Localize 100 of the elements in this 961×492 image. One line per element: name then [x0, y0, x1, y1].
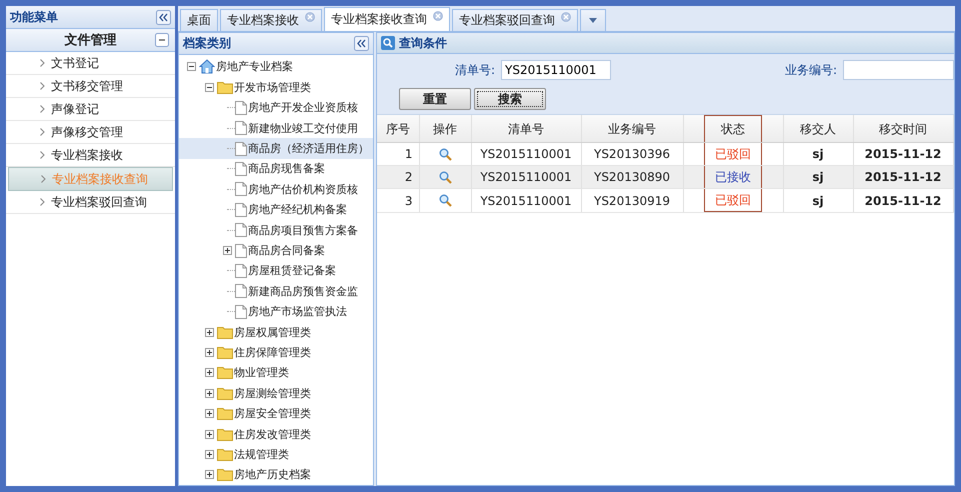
chevron-icon [41, 175, 46, 183]
file-icon [235, 162, 247, 176]
tree-row[interactable]: 商品房（经济适用住房） [179, 138, 373, 159]
tree-row[interactable]: 房地产历史档案 [179, 464, 373, 485]
collapse-icon[interactable] [155, 33, 169, 47]
input-field[interactable] [843, 60, 954, 80]
file-icon [235, 284, 247, 298]
tab[interactable]: 桌面 [180, 9, 218, 31]
input-field[interactable]: YS2015110001 [501, 60, 612, 80]
button[interactable]: 重置 [399, 88, 471, 110]
column-header[interactable]: 操作 [420, 116, 470, 142]
table-cell-text: 3 [404, 192, 414, 210]
tab[interactable]: 专业档案接收 [220, 9, 322, 31]
toggle-icon[interactable] [186, 62, 196, 72]
toggle-icon[interactable] [204, 430, 214, 439]
tree-row[interactable]: 住房发改管理类 [179, 424, 373, 444]
chevron-icon [40, 128, 45, 136]
tree-row[interactable]: 房地产专业档案 [179, 56, 373, 78]
table-cell-text: YS20130919 [592, 192, 672, 210]
tree-row[interactable]: 房屋权属管理类 [179, 322, 373, 342]
tree-row[interactable]: 新建商品房预售资金监 [179, 281, 373, 302]
menu-item[interactable]: 声像登记 [6, 98, 175, 121]
file-icon [235, 223, 247, 238]
collapse-icon[interactable] [156, 10, 171, 24]
table-cell-text: 2015-11-12 [864, 146, 942, 163]
tree-row[interactable]: 房地产估价机构资质核 [179, 179, 373, 200]
tree-row[interactable]: 商品房现售备案 [179, 158, 373, 180]
magnifier-icon[interactable] [438, 148, 452, 160]
table-cell-text: YS2015110001 [479, 192, 573, 210]
table-cell: 已驳回 [704, 143, 762, 165]
folder-icon [217, 80, 233, 94]
menu-item[interactable]: 文书登记 [6, 52, 175, 75]
toggle-icon[interactable] [204, 450, 214, 459]
chevron-icon [40, 59, 45, 67]
table-cell-text: 2015-11-12 [864, 192, 942, 210]
toggle-icon[interactable] [204, 470, 214, 480]
table-cell-text: YS20130890 [592, 169, 672, 186]
magnifier-icon[interactable] [438, 194, 452, 207]
toggle-icon[interactable] [204, 368, 214, 378]
tree-row[interactable]: 住房保障管理类 [179, 342, 373, 363]
table-cell-text: sj [811, 192, 825, 210]
table-cell-text: YS20130396 [592, 146, 672, 163]
file-icon [235, 142, 247, 156]
tree-row[interactable]: 商品房合同备案 [179, 240, 373, 261]
toggle-icon[interactable] [204, 328, 214, 337]
file-icon [235, 244, 247, 258]
search-icon [381, 36, 395, 50]
dropdown-button[interactable] [580, 9, 606, 31]
column-header[interactable]: 清单号 [472, 116, 580, 142]
file-icon [235, 182, 247, 196]
tree-row[interactable]: 房屋测绘管理类 [179, 383, 373, 404]
column-header[interactable]: 序号 [377, 116, 418, 142]
table-cell-text: 2015-11-12 [864, 169, 942, 186]
tree-row[interactable]: 房屋安全管理类 [179, 403, 373, 424]
column-header[interactable]: 移交时间 [854, 116, 952, 142]
tree-row[interactable]: 开发市场管理类 [179, 77, 373, 98]
folder-icon [217, 428, 233, 441]
menu-item[interactable]: 文书移交管理 [6, 75, 175, 98]
tree-row[interactable]: 房屋租赁登记备案 [179, 260, 373, 282]
panel-title: 档案类别 [183, 34, 231, 52]
tree-row[interactable]: 物业管理类 [179, 362, 373, 384]
menu-item[interactable]: 专业档案驳回查询 [6, 191, 175, 214]
tab[interactable]: 专业档案驳回查询 [452, 9, 578, 31]
toggle-icon[interactable] [204, 409, 214, 418]
collapse-icon[interactable] [354, 36, 369, 51]
field-label: 业务编号: [785, 62, 838, 78]
table-cell-text: YS2015110001 [479, 146, 573, 163]
button[interactable]: 搜索 [474, 88, 546, 110]
file-icon [235, 121, 247, 136]
tree-row[interactable]: 房地产经纪机构备案 [179, 200, 373, 220]
tree-row[interactable]: 法规管理类 [179, 444, 373, 465]
table-cell-text: 2 [404, 169, 414, 186]
caret-icon [589, 18, 597, 23]
toggle-icon[interactable] [204, 388, 214, 398]
toggle-icon[interactable] [222, 246, 232, 255]
chevron-icon [40, 151, 45, 159]
folder-icon [217, 468, 233, 482]
tab[interactable]: 专业档案接收查询 [324, 7, 450, 31]
file-icon [235, 264, 247, 278]
toggle-icon[interactable] [204, 348, 214, 357]
tree-row[interactable]: 新建物业竣工交付使用 [179, 118, 373, 138]
toggle-icon[interactable] [204, 82, 214, 92]
tree-row[interactable]: 房地产开发企业资质核 [179, 98, 373, 118]
column-header[interactable]: 移交人 [784, 116, 852, 142]
field-label: 清单号: [455, 62, 496, 78]
menu-item[interactable]: 声像移交管理 [6, 121, 175, 144]
folder-icon [217, 366, 233, 380]
table-cell-text: 1 [404, 146, 414, 163]
folder-icon [217, 346, 233, 359]
magnifier-icon[interactable] [438, 170, 452, 184]
menu-section[interactable]: 文件管理 [6, 29, 175, 52]
table-cell-text: sj [811, 169, 825, 186]
folder-icon [217, 407, 233, 420]
column-header[interactable]: 业务编号 [582, 116, 682, 142]
column-header[interactable]: 状态 [704, 115, 762, 142]
tree-row[interactable]: 商品房项目预售方案备 [179, 220, 373, 240]
folder-icon [217, 448, 233, 461]
tree-row[interactable]: 房地产市场监管执法 [179, 301, 373, 322]
panel-title: 查询条件 [399, 34, 447, 52]
table-cell: 已驳回 [704, 189, 762, 212]
